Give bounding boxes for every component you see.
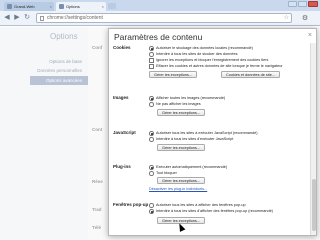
forward-arrow-icon[interactable]: ▶ [13,14,21,22]
radio-icon [149,165,154,170]
option-label: Autoriser tous les sites à afficher des … [156,203,246,207]
option-label: Autoriser tous les sites à exécuter Java… [156,131,258,135]
tab-close-icon[interactable]: × [102,2,104,11]
plugins-block-radio[interactable]: Tout bloquer [149,170,177,176]
bookmark-star-icon[interactable]: ☆ [284,14,289,23]
radio-icon [149,203,154,208]
option-label: Ignorer les exceptions et bloquer l'enre… [156,58,269,62]
tab-grand-web[interactable]: Grand-Web × [4,2,54,11]
settings-favicon-icon [59,4,64,9]
option-label: Afficher toutes les images (recommandé) [156,96,226,100]
images-manage-exceptions-button[interactable]: Gérer les exceptions... [157,109,205,116]
toolbar: ◀ ▶ ↻ chrome://settings/content ☆ ⚙ [0,11,320,26]
wrench-menu-icon[interactable]: ⚙ [300,14,310,23]
browser-chrome: Grand-Web × Options × ◀ ▶ ↻ chrome://set… [0,0,320,26]
section-cookies-label: Cookies [113,45,131,50]
option-label: Interdire à tous les sites d'exécuter Ja… [156,137,234,141]
option-label: Autoriser le stockage des données locale… [156,46,253,50]
radio-icon [149,102,154,107]
new-tab-button[interactable] [108,3,116,9]
checkbox-icon [149,64,154,69]
popups-deny-radio[interactable]: Interdire à tous les sites d'afficher de… [149,208,273,214]
address-bar[interactable]: chrome://settings/content ☆ [36,13,292,23]
option-label: Ne pas afficher les images [156,102,201,106]
images-deny-radio[interactable]: Ne pas afficher les images [149,101,201,107]
radio-icon [149,131,154,136]
section-popups-label: Fenêtres pop-up [113,202,149,207]
content-settings-dialog: Paramètres de contenu × Cookies Autorise… [108,28,317,236]
minimize-button[interactable] [288,1,297,7]
section-javascript-label: JavaScript [113,130,136,135]
page-icon [40,16,44,21]
option-label: Exécuter automatiquement (recommandé) [156,165,228,169]
plugins-manage-exceptions-button[interactable]: Gérer les exceptions... [157,177,205,184]
option-label: Interdire à tous les sites d'afficher de… [156,209,273,213]
reload-icon[interactable]: ↻ [23,14,31,22]
radio-icon [149,171,154,176]
tab-label: Options [66,4,80,9]
cookies-site-data-button[interactable]: Cookies et données de site... [221,71,280,78]
option-label: Tout bloquer [156,171,177,175]
maximize-button[interactable] [298,1,307,7]
address-text: chrome://settings/content [47,15,103,21]
radio-icon [149,52,154,57]
tab-close-icon[interactable]: × [50,2,52,11]
disable-plugins-link[interactable]: Désactiver les plug-in individuels... [149,187,207,191]
tab-label: Grand-Web [14,4,35,9]
tab-options[interactable]: Options × [56,2,106,11]
close-window-button[interactable] [308,1,318,7]
cookies-manage-exceptions-button[interactable]: Gérer les exceptions... [149,71,197,78]
option-label: Interdire à tous les sites de stocker de… [156,52,238,56]
checkbox-icon [149,58,154,63]
section-images-label: Images [113,95,129,100]
javascript-deny-radio[interactable]: Interdire à tous les sites d'exécuter Ja… [149,136,233,142]
radio-icon [149,96,154,101]
radio-icon [149,137,154,142]
section-plugins-label: Plug-ins [113,164,131,169]
option-label: Effacer les cookies et autres données de… [156,64,283,68]
back-arrow-icon[interactable]: ◀ [3,14,11,22]
scrollbar-thumb[interactable] [312,179,316,231]
javascript-manage-exceptions-button[interactable]: Gérer les exceptions... [157,144,205,151]
radio-icon [149,209,154,214]
radio-icon [149,46,154,51]
cookies-clear-on-exit-checkbox[interactable]: Effacer les cookies et autres données de… [149,63,283,69]
dialog-scrollbar[interactable] [310,43,316,235]
close-icon[interactable]: × [308,32,312,39]
favicon-icon [7,4,12,9]
dialog-title: Paramètres de contenu [114,32,203,42]
